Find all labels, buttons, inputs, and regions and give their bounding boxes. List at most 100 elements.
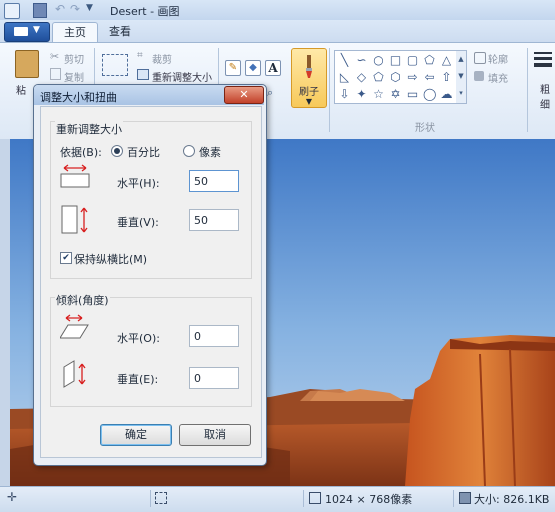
pencil-icon[interactable]: ✎ — [225, 60, 241, 76]
redo-icon[interactable]: ↷ — [70, 2, 80, 16]
skew-group-title: 倾斜(角度) — [55, 292, 110, 308]
down-arrow-shape-icon[interactable]: ⇩ — [338, 88, 351, 101]
title-bar: ↶ ↷ ▼ Desert - 画图 — [0, 0, 555, 20]
rectangle-shape-icon[interactable]: □ — [389, 54, 402, 67]
image-dimensions-icon — [309, 492, 321, 504]
select-icon[interactable] — [102, 54, 128, 76]
gallery-expand-icon[interactable]: ▾ — [456, 85, 466, 102]
status-divider — [150, 490, 151, 507]
cancel-button[interactable]: 取消 — [179, 424, 251, 446]
vertical-label: 垂直(V): — [117, 216, 159, 229]
menu-icon — [14, 27, 28, 36]
line-shape-icon[interactable]: ╲ — [338, 54, 351, 67]
left-arrow-shape-icon[interactable]: ⇦ — [423, 71, 436, 84]
vertical-resize-icon — [60, 205, 90, 235]
diamond-shape-icon[interactable]: ◇ — [355, 71, 368, 84]
text-tool-icon[interactable]: A — [265, 60, 281, 76]
fill-bucket-icon[interactable]: ◆ — [245, 60, 261, 76]
shapes-gallery[interactable]: ╲ ∽ ○ □ ▢ ⬠ △ ◺ ◇ ⬠ ⬡ ⇨ ⇦ ⇧ ⇩ ✦ ☆ ✡ ▭ ◯ … — [334, 50, 458, 104]
skew-horizontal-label: 水平(O): — [117, 332, 160, 345]
paint-menu-button[interactable]: ▼ — [4, 22, 50, 42]
pixels-radio[interactable] — [183, 145, 195, 157]
cursor-position-icon: ✛ — [7, 490, 18, 504]
cut-button[interactable]: 剪切 — [64, 51, 84, 66]
four-point-star-shape-icon[interactable]: ✦ — [355, 88, 368, 101]
size-label-thick: 粗 — [540, 85, 550, 96]
resize-group-title: 重新调整大小 — [55, 121, 123, 137]
tab-home[interactable]: 主页 — [52, 22, 98, 43]
brush-icon — [301, 55, 317, 79]
keep-ratio-checkbox[interactable]: ✔ — [60, 252, 72, 264]
paste-label[interactable]: 粘 — [16, 82, 26, 97]
app-icon[interactable] — [4, 3, 20, 19]
undo-icon[interactable]: ↶ — [55, 2, 65, 16]
file-size: 大小: 826.1KB — [474, 493, 550, 506]
percent-label[interactable]: 百分比 — [127, 144, 160, 160]
chevron-down-icon: ▼ — [305, 97, 313, 106]
horizontal-skew-icon — [59, 314, 90, 340]
group-divider — [527, 48, 528, 132]
dialog-close-button[interactable]: ✕ — [224, 86, 264, 104]
outline-icon[interactable] — [474, 52, 486, 64]
horizontal-input[interactable]: 50 — [189, 170, 239, 192]
shapes-scroll[interactable]: ▲ ▼ ▾ — [456, 50, 467, 104]
outline-button[interactable]: 轮廓 — [488, 51, 508, 66]
vertical-skew-icon — [60, 359, 90, 389]
triangle-shape-icon[interactable]: △ — [440, 54, 453, 67]
callout-oval-shape-icon[interactable]: ◯ — [423, 88, 436, 101]
save-icon[interactable] — [33, 3, 47, 18]
brush-label: 刷子 — [299, 87, 319, 98]
scroll-up-icon[interactable]: ▲ — [456, 51, 466, 68]
hexagon-shape-icon[interactable]: ⬡ — [389, 71, 402, 84]
file-size-icon — [459, 492, 471, 504]
magnifier-icon[interactable]: ⌕ — [267, 86, 273, 100]
resize-button[interactable]: 重新调整大小 — [152, 69, 212, 84]
resize-icon[interactable] — [137, 69, 149, 80]
pixels-label[interactable]: 像素 — [199, 144, 221, 160]
by-label: 依据(B): — [60, 146, 102, 159]
keep-ratio-label[interactable]: 保持纵横比(M) — [74, 251, 147, 267]
right-triangle-shape-icon[interactable]: ◺ — [338, 71, 351, 84]
clipboard-icon[interactable] — [15, 50, 39, 78]
fill-button[interactable]: 填充 — [488, 70, 508, 85]
five-point-star-shape-icon[interactable]: ☆ — [372, 88, 385, 101]
crop-icon[interactable]: ⌗ — [137, 50, 143, 61]
copy-button[interactable]: 复制 — [64, 69, 84, 84]
scissors-icon[interactable]: ✂ — [50, 50, 59, 63]
skew-horizontal-input[interactable]: 0 — [189, 325, 239, 347]
shapes-group-label: 形状 — [415, 123, 435, 134]
selection-size-icon — [155, 492, 167, 504]
up-arrow-shape-icon[interactable]: ⇧ — [440, 71, 453, 84]
callout-rect-shape-icon[interactable]: ▭ — [406, 88, 419, 101]
window-title: Desert - 画图 — [110, 5, 180, 18]
oval-shape-icon[interactable]: ○ — [372, 54, 385, 67]
brush-button[interactable]: 刷子 ▼ — [291, 48, 327, 108]
crop-button[interactable]: 裁剪 — [152, 51, 172, 66]
size-icon[interactable] — [534, 52, 552, 67]
copy-icon[interactable] — [50, 68, 61, 80]
right-arrow-shape-icon[interactable]: ⇨ — [406, 71, 419, 84]
tab-view[interactable]: 查看 — [100, 22, 140, 42]
status-divider — [453, 490, 454, 507]
dialog-title: 调整大小和扭曲 — [40, 91, 117, 104]
fill-icon[interactable] — [474, 71, 484, 81]
quick-access-dropdown-icon[interactable]: ▼ — [86, 3, 93, 13]
ok-button[interactable]: 确定 — [100, 424, 172, 446]
status-divider — [303, 490, 304, 507]
polygon-shape-icon[interactable]: ⬠ — [423, 54, 436, 67]
skew-vertical-label: 垂直(E): — [117, 373, 159, 386]
scroll-down-icon[interactable]: ▼ — [456, 68, 466, 85]
six-point-star-shape-icon[interactable]: ✡ — [389, 88, 402, 101]
group-divider — [329, 48, 330, 132]
rounded-rectangle-shape-icon[interactable]: ▢ — [406, 54, 419, 67]
pentagon-shape-icon[interactable]: ⬠ — [372, 71, 385, 84]
status-bar — [0, 486, 555, 512]
chevron-down-icon: ▼ — [33, 25, 40, 35]
vertical-input[interactable]: 50 — [189, 209, 239, 231]
cloud-callout-shape-icon[interactable]: ☁ — [440, 88, 453, 101]
percent-radio[interactable] — [111, 145, 123, 157]
horizontal-label: 水平(H): — [117, 177, 160, 190]
skew-vertical-input[interactable]: 0 — [189, 367, 239, 389]
curve-shape-icon[interactable]: ∽ — [355, 54, 368, 67]
image-dimensions: 1024 × 768像素 — [325, 493, 413, 506]
